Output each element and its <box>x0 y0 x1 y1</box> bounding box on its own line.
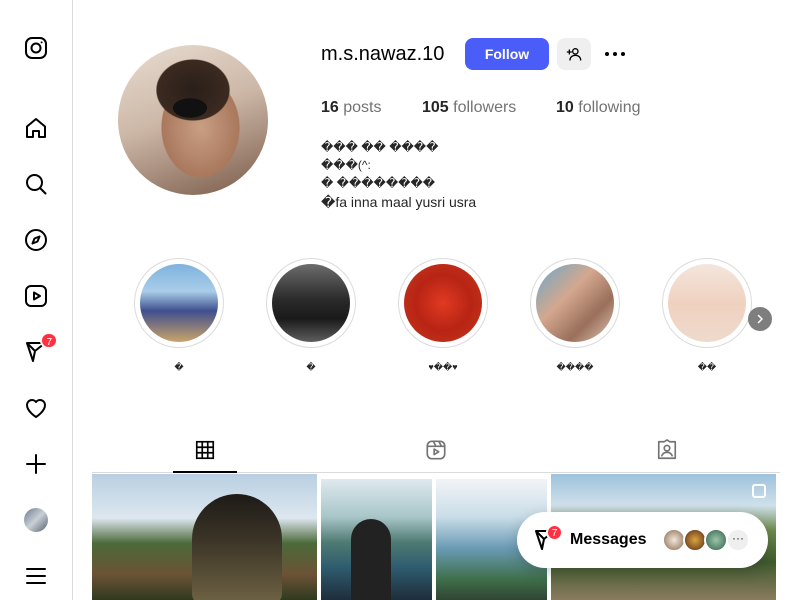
reels-icon <box>426 440 446 460</box>
highlight-label: ���� <box>556 362 594 372</box>
profile-username: m.s.nawaz.10 <box>321 43 445 65</box>
notifications-icon[interactable] <box>24 396 48 420</box>
explore-icon[interactable] <box>24 228 48 252</box>
reels-tab[interactable] <box>404 436 468 472</box>
post-thumbnail[interactable] <box>92 474 317 600</box>
suggested-accounts-button[interactable] <box>557 38 591 70</box>
messages-badge: 7 <box>40 332 58 349</box>
story-highlight[interactable]: �� <box>662 258 752 373</box>
followers-count[interactable]: 105 followers <box>422 99 516 117</box>
highlight-label: � <box>174 362 184 372</box>
sidebar: 7 <box>0 0 73 600</box>
follow-button[interactable]: Follow <box>465 38 549 70</box>
tagged-icon <box>657 439 677 460</box>
story-highlight[interactable]: � <box>134 258 224 373</box>
instagram-logo-icon[interactable] <box>24 36 48 60</box>
profile-avatar[interactable] <box>24 508 48 532</box>
posts-tab[interactable] <box>173 436 237 473</box>
posts-count: 16 posts <box>321 99 382 116</box>
chevron-right-icon <box>757 314 763 324</box>
messages-drawer-button[interactable]: 7 Messages ··· <box>517 512 768 568</box>
messages-label: Messages <box>570 531 647 548</box>
bio-line: �fa inna maal yusri usra <box>321 194 477 210</box>
reels-icon[interactable] <box>24 284 48 308</box>
messages-icon[interactable]: 7 <box>24 332 58 364</box>
following-count[interactable]: 10 following <box>556 99 641 117</box>
messages-badge: 7 <box>546 524 563 541</box>
tagged-tab[interactable] <box>635 436 699 472</box>
highlights-next-button[interactable] <box>748 307 772 331</box>
bio-line: ���(^: <box>321 158 371 172</box>
highlight-label: �� <box>697 362 717 372</box>
home-icon[interactable] <box>24 116 48 140</box>
highlight-label: ♥��♥ <box>428 362 458 372</box>
story-highlight[interactable]: � <box>266 258 356 373</box>
reel-badge-icon <box>752 484 766 498</box>
highlight-label: � <box>306 362 316 372</box>
search-icon[interactable] <box>24 172 48 196</box>
story-highlight[interactable]: ���� <box>530 258 620 373</box>
avatar <box>704 528 728 552</box>
create-icon[interactable] <box>24 452 48 476</box>
profile-picture[interactable] <box>118 45 268 195</box>
more-dots-icon <box>605 52 625 56</box>
post-thumbnail[interactable] <box>321 479 432 600</box>
more-conversations-icon: ··· <box>726 528 750 552</box>
profile-options-button[interactable] <box>603 42 627 66</box>
story-highlight[interactable]: ♥��♥ <box>398 258 488 373</box>
add-user-icon <box>566 48 582 61</box>
grid-icon <box>195 440 215 460</box>
bio-line: ��� �� ���� <box>321 140 439 154</box>
more-menu-icon[interactable] <box>24 564 48 588</box>
bio-line: � �������� <box>321 176 436 190</box>
